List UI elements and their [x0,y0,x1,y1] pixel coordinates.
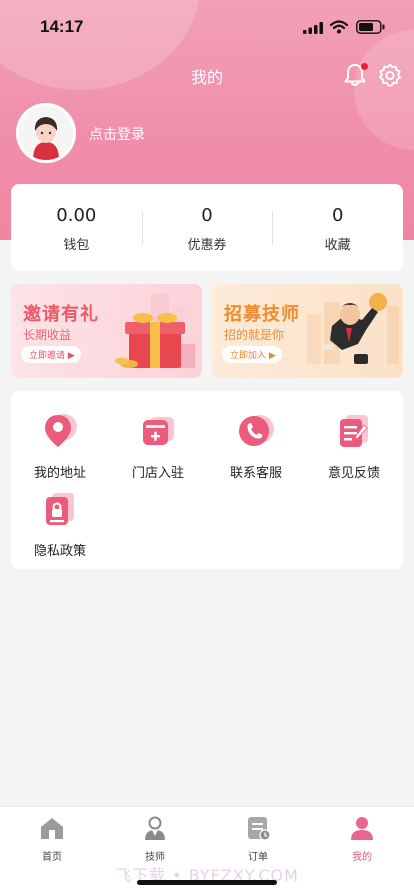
button-label: 立即邀请 [29,351,66,361]
status-bar: 14:17 [0,0,414,52]
home-icon [41,818,63,839]
home-indicator [137,880,277,885]
menu-item-label: 意见反馈 [327,466,380,481]
coupon-stat[interactable]: 0 优惠券 [141,184,273,271]
wifi-icon [330,20,348,34]
order-icon [248,817,271,841]
stat-value: 0 [331,205,344,226]
tab-technician[interactable]: 技师 [125,815,185,863]
menu-item-store-join[interactable]: 门店入驻 [109,411,207,481]
stat-label: 优惠券 [187,238,227,253]
tab-label: 首页 [42,852,62,863]
recruit-banner[interactable]: 招募技师 招的就是你 立即加入 ▶ [212,284,403,378]
invite-now-button[interactable]: 立即邀请 ▶ [21,346,81,363]
stats-card: 0.00 钱包 0 优惠券 0 收藏 [11,184,403,271]
tab-home[interactable]: 首页 [22,815,82,863]
notification-dot [361,63,368,70]
menu-item-privacy[interactable]: 隐私政策 [11,489,109,559]
tab-label: 技师 [145,852,165,863]
stat-label: 钱包 [63,238,90,253]
technician-icon [145,816,165,840]
login-link[interactable]: 点击登录 [89,124,145,144]
play-arrow-icon: ▶ [268,351,276,361]
store-join-icon [143,417,174,445]
cellular-signal-icon [303,22,323,34]
battery-icon [356,20,385,34]
service-menu: 我的地址 门店入驻 联系客服 意见反馈 隐私政策 [11,391,403,569]
avatar[interactable] [16,103,76,163]
status-time: 14:17 [40,17,84,36]
banner-title: 招募技师 [224,304,300,325]
gear-icon[interactable] [377,62,403,88]
profile-icon [351,817,373,840]
join-now-button[interactable]: 立即加入 ▶ [222,346,282,363]
default-avatar-icon [19,106,73,160]
menu-item-label: 联系客服 [229,466,282,481]
menu-item-feedback[interactable]: 意见反馈 [305,411,403,481]
menu-item-label: 隐私政策 [33,544,86,559]
phone-icon [239,415,274,446]
tab-orders[interactable]: 订单 [228,815,288,863]
button-label: 立即加入 [230,351,267,361]
play-arrow-icon: ▶ [67,351,75,361]
feedback-icon [340,415,368,447]
favorites-stat[interactable]: 0 收藏 [272,184,403,271]
tab-label: 我的 [352,852,372,863]
stat-value: 0.00 [56,205,97,226]
location-icon [45,414,77,447]
banner-title: 邀请有礼 [23,304,99,325]
menu-item-label: 我的地址 [33,466,86,481]
invite-banner[interactable]: 邀请有礼 长期收益 立即邀请 ▶ [11,284,202,378]
tab-label: 订单 [248,852,268,863]
wallet-stat[interactable]: 0.00 钱包 [11,184,142,271]
menu-item-label: 门店入驻 [131,466,184,481]
menu-item-customer-service[interactable]: 联系客服 [207,411,305,481]
privacy-icon [46,493,74,525]
stat-label: 收藏 [324,238,351,253]
tab-profile[interactable]: 我的 [332,815,392,863]
menu-item-address[interactable]: 我的地址 [11,411,109,481]
banner-subtitle: 长期收益 [23,328,72,342]
banner-subtitle: 招的就是你 [224,328,285,342]
stat-value: 0 [201,205,213,226]
